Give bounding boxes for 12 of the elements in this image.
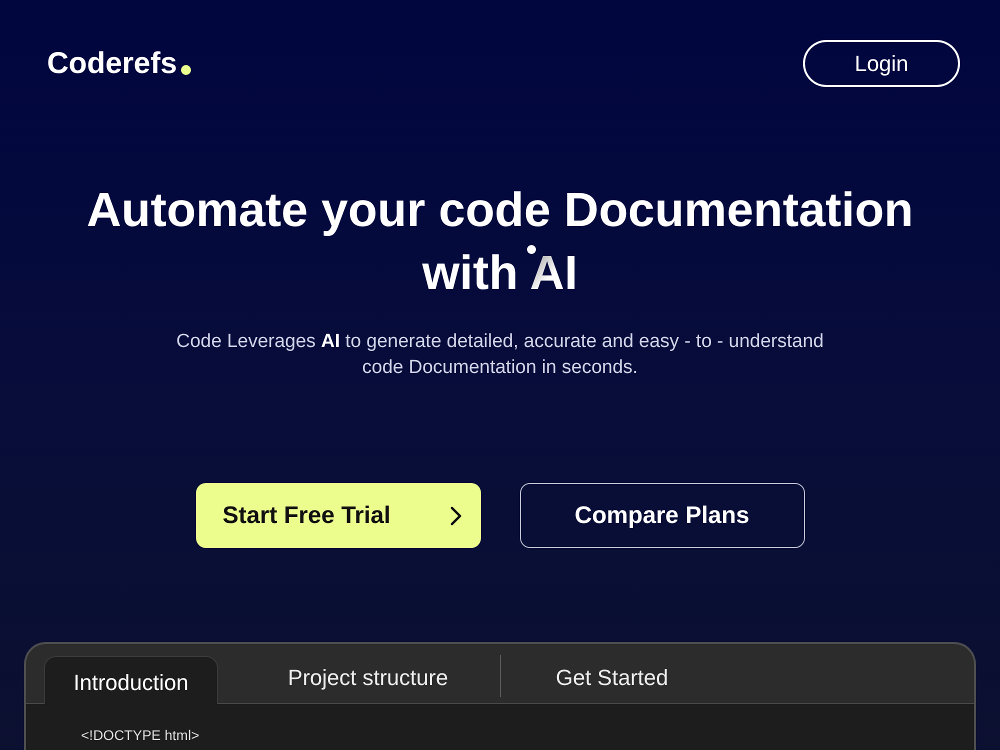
code-line: <!DOCTYPE html>: [81, 726, 200, 745]
chevron-right-icon: [450, 506, 462, 526]
start-trial-button[interactable]: Start Free Trial: [196, 483, 480, 548]
hero-subtitle: Code Leverages AI to generate detailed, accurate and easy - to - understand code Documentation in seconds.: [175, 330, 825, 380]
start-trial-label: Start Free Trial: [222, 500, 391, 530]
hero-heading: Automate your code Documentation with AI: [86, 183, 914, 302]
login-button[interactable]: Login: [803, 40, 960, 87]
compare-plans-button[interactable]: Compare Plans: [520, 483, 804, 548]
tab[interactable]: Get Started: [501, 655, 723, 703]
tab[interactable]: Introduction: [44, 656, 218, 704]
logo-text[interactable]: Coderefs: [47, 46, 178, 80]
tab[interactable]: Project structure: [236, 655, 500, 703]
